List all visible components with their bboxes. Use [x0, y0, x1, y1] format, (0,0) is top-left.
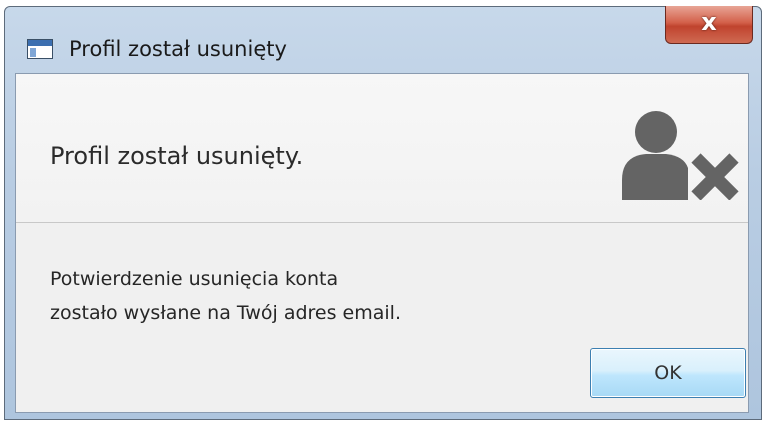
dialog-window: Profil został usunięty x Profil został u… — [4, 6, 762, 420]
close-icon: x — [701, 8, 717, 36]
message-line-2: zostało wysłane na Twój adres email. — [50, 302, 401, 324]
dialog-content: Profil został usunięty. Potwierdzenie us… — [15, 73, 749, 413]
dialog-header-text: Profil został usunięty. — [50, 142, 304, 170]
title-bar[interactable]: Profil został usunięty x — [5, 6, 761, 73]
user-remove-icon — [622, 111, 739, 200]
dialog-message: Potwierdzenie usunięcia konta zostało wy… — [50, 262, 401, 330]
window-title: Profil został usunięty — [69, 37, 287, 61]
dialog-header: Profil został usunięty. — [16, 74, 748, 223]
message-line-1: Potwierdzenie usunięcia konta — [50, 268, 339, 290]
ok-button[interactable]: OK — [590, 348, 746, 398]
app-window-icon — [27, 39, 53, 59]
close-button[interactable]: x — [665, 6, 753, 44]
